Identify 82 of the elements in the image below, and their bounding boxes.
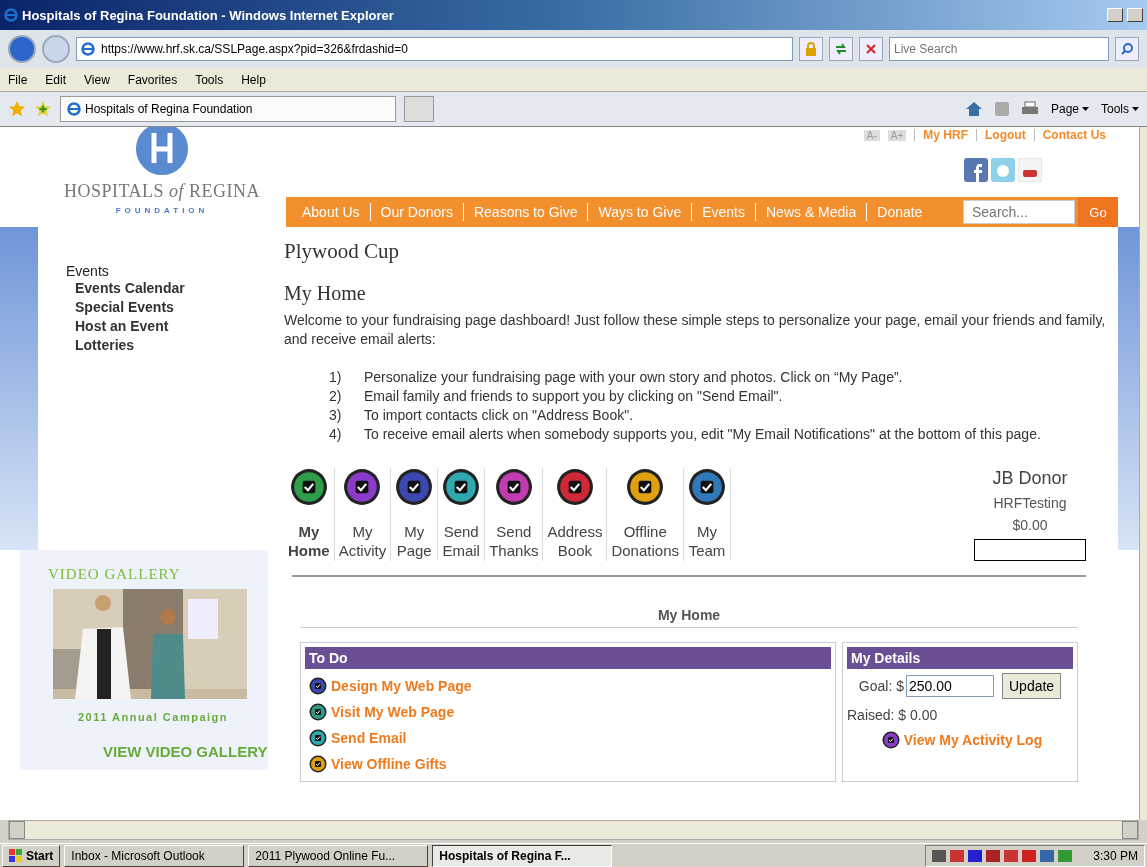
donor-name: JB Donor [992, 468, 1068, 489]
close-icon [866, 44, 876, 54]
site-search-field[interactable]: Search... [963, 200, 1075, 224]
start-button[interactable]: Start [2, 844, 61, 867]
menu-item[interactable]: Help [241, 72, 266, 87]
dashboard-tab[interactable]: Send Email [438, 468, 486, 561]
menu-item[interactable]: Edit [45, 72, 67, 87]
dashboard-tab[interactable]: Offline Donations [607, 468, 684, 561]
vertical-scrollbar[interactable] [1139, 127, 1147, 820]
taskbar-button[interactable]: Inbox - Microsoft Outlook [64, 844, 245, 867]
address-field[interactable]: https://www.hrf.sk.ca/SSLPage.aspx?pid=326&frdashid=0 [76, 37, 793, 61]
sidebar-link[interactable]: Lotteries [75, 336, 268, 355]
menu-item[interactable]: Favorites [127, 72, 178, 87]
ie-logo-icon [67, 102, 81, 116]
search-button[interactable] [1115, 37, 1139, 61]
back-button[interactable] [8, 35, 36, 63]
dashboard-tab[interactable]: My Page [391, 468, 439, 561]
sidebar-link[interactable]: Special Events [75, 298, 268, 317]
star-icon[interactable] [8, 100, 26, 118]
panel-title: My Details [847, 647, 1073, 669]
menu-item[interactable]: File [8, 72, 28, 87]
round-icon [881, 731, 900, 749]
horizontal-scrollbar[interactable] [8, 820, 1139, 840]
video-gallery-title: VIDEO GALLERY [48, 566, 182, 583]
minimize-button[interactable] [1107, 8, 1123, 22]
taskbar-button[interactable]: 2011 Plywood Online Fu... [248, 844, 429, 867]
team-name: HRFTesting [993, 495, 1067, 511]
lock-button[interactable] [799, 37, 823, 61]
goal-field[interactable]: 250.00 [906, 675, 994, 697]
browser-tab[interactable]: Hospitals of Regina Foundation [60, 96, 396, 122]
video-caption: 2011 Annual Campaign [78, 711, 230, 723]
step-text: Personalize your fundraising page with your own story and photos. Click on “My Page”. [364, 368, 903, 387]
stop-button[interactable] [859, 37, 883, 61]
search-field[interactable]: Live Search [889, 37, 1109, 61]
logo-subtitle: FOUNDATION [115, 206, 209, 215]
caret-icon [1082, 107, 1089, 111]
logo-text: HOSPITALS of REGINA [63, 181, 261, 202]
goal-label: Goal: $ [858, 678, 904, 694]
page-title: Plywood Cup [284, 239, 400, 264]
sidebar-link[interactable]: Events Calendar [75, 279, 268, 298]
taskbar-button[interactable]: Hospitals of Regina F... [432, 844, 613, 867]
section-heading: My Home [300, 607, 1078, 628]
ie-logo-icon [4, 8, 18, 22]
restore-button[interactable] [1127, 8, 1143, 22]
dashboard-tab[interactable]: Address Book [543, 468, 608, 561]
caret-icon [1132, 107, 1139, 111]
add-favorite-icon[interactable] [34, 100, 52, 118]
update-button[interactable]: Update [1002, 673, 1062, 699]
page-heading: My Home [284, 282, 367, 305]
dashboard-tab[interactable]: My Activity [334, 468, 392, 561]
toolbar-menu[interactable]: Page [1050, 102, 1089, 116]
step-text: Email family and friends to support you by clicking on "Send Email". [364, 387, 783, 406]
ie-logo-icon [81, 42, 95, 56]
window-title: Hospitals of Regina Foundation - Windows Internet Explorer [22, 7, 395, 23]
arrows-icon [834, 43, 848, 55]
step-text: To receive email alerts when somebody supports you, edit "My Email Notifications" at the bottom of this page. [364, 425, 1041, 444]
windows-logo-icon [9, 848, 23, 863]
refresh-button[interactable] [829, 37, 853, 61]
sidebar-link[interactable]: Host an Event [75, 317, 268, 336]
new-tab-button[interactable] [404, 96, 434, 122]
intro-text: Welcome to your fundraising page dashboard! Just follow these simple steps to personalize your page, email your friends and family, and receive email alerts: [284, 311, 1107, 349]
menu-item[interactable]: View [84, 72, 110, 87]
step-number: 3) [329, 406, 343, 425]
sidebar-section[interactable]: Events [66, 263, 268, 279]
amount-raised: $0.00 [1012, 517, 1048, 533]
step-number: 2) [329, 387, 343, 406]
clock: 3:30 PM [1093, 848, 1138, 863]
facebook-icon[interactable] [964, 158, 988, 182]
dashboard-tab[interactable]: My Home [284, 468, 335, 561]
step-number: 1) [329, 368, 343, 387]
step-number: 4) [329, 425, 343, 444]
step-text: To import contacts click on "Address Book". [364, 406, 634, 425]
raised-amount: Raised: $ 0.00 [847, 707, 939, 723]
home-icon[interactable] [964, 101, 983, 117]
dashboard-tab[interactable]: Send Thanks [485, 468, 544, 561]
dashboard-tab[interactable]: My Team [684, 468, 731, 561]
toolbar-menu[interactable]: Tools [1101, 102, 1139, 116]
padlock-icon [805, 42, 817, 56]
panel-title: To Do [305, 647, 831, 669]
printer-icon[interactable] [1020, 101, 1039, 117]
menu-item[interactable]: Tools [195, 72, 224, 87]
search-icon [1121, 43, 1133, 55]
